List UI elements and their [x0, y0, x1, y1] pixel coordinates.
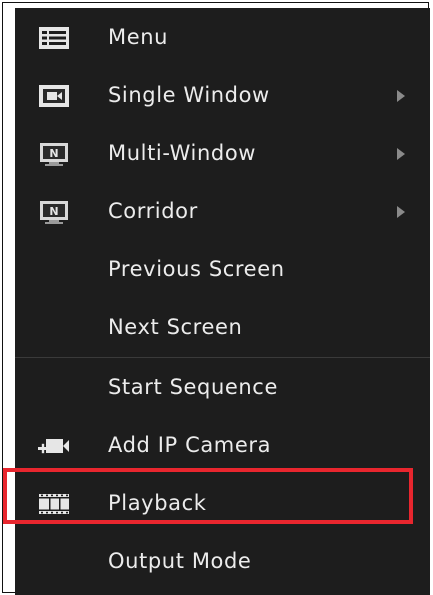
menu-item-label: Output Mode: [108, 549, 252, 573]
single-window-icon: [39, 85, 69, 107]
svg-text:N: N: [49, 147, 58, 160]
svg-text:N: N: [49, 205, 58, 218]
menu-item-label: Playback: [108, 491, 207, 515]
menu-item-label: Corridor: [108, 199, 198, 223]
menu-item-start-sequence[interactable]: Start Sequence: [15, 358, 430, 416]
menu-item-label: Single Window: [108, 83, 270, 107]
menu-item-add-ip-camera[interactable]: Add IP Camera: [15, 416, 430, 474]
add-camera-icon: [38, 439, 69, 454]
menu-item-output-mode[interactable]: Output Mode: [15, 532, 430, 590]
menu-item-multi-window[interactable]: N Multi-Window: [15, 124, 430, 182]
corridor-icon: N: [40, 201, 68, 224]
chevron-right-icon: [397, 148, 405, 160]
context-menu: Menu Single Window N Multi-Window N Corr…: [15, 8, 430, 595]
menu-item-menu[interactable]: Menu: [15, 8, 430, 66]
menu-item-next-screen[interactable]: Next Screen: [15, 298, 430, 356]
menu-item-label: Menu: [108, 25, 169, 49]
film-icon: [39, 494, 69, 514]
menu-item-single-window[interactable]: Single Window: [15, 66, 430, 124]
list-icon: [39, 27, 69, 49]
menu-item-label: Next Screen: [108, 315, 243, 339]
menu-item-playback[interactable]: Playback: [15, 474, 430, 532]
menu-item-label: Start Sequence: [108, 375, 278, 399]
menu-item-label: Previous Screen: [108, 257, 285, 281]
chevron-right-icon: [397, 90, 405, 102]
multi-window-icon: N: [40, 143, 68, 166]
menu-item-label: Multi-Window: [108, 141, 257, 165]
menu-item-previous-screen[interactable]: Previous Screen: [15, 240, 430, 298]
chevron-right-icon: [397, 206, 405, 218]
menu-item-corridor[interactable]: N Corridor: [15, 182, 430, 240]
menu-item-label: Add IP Camera: [108, 433, 272, 457]
